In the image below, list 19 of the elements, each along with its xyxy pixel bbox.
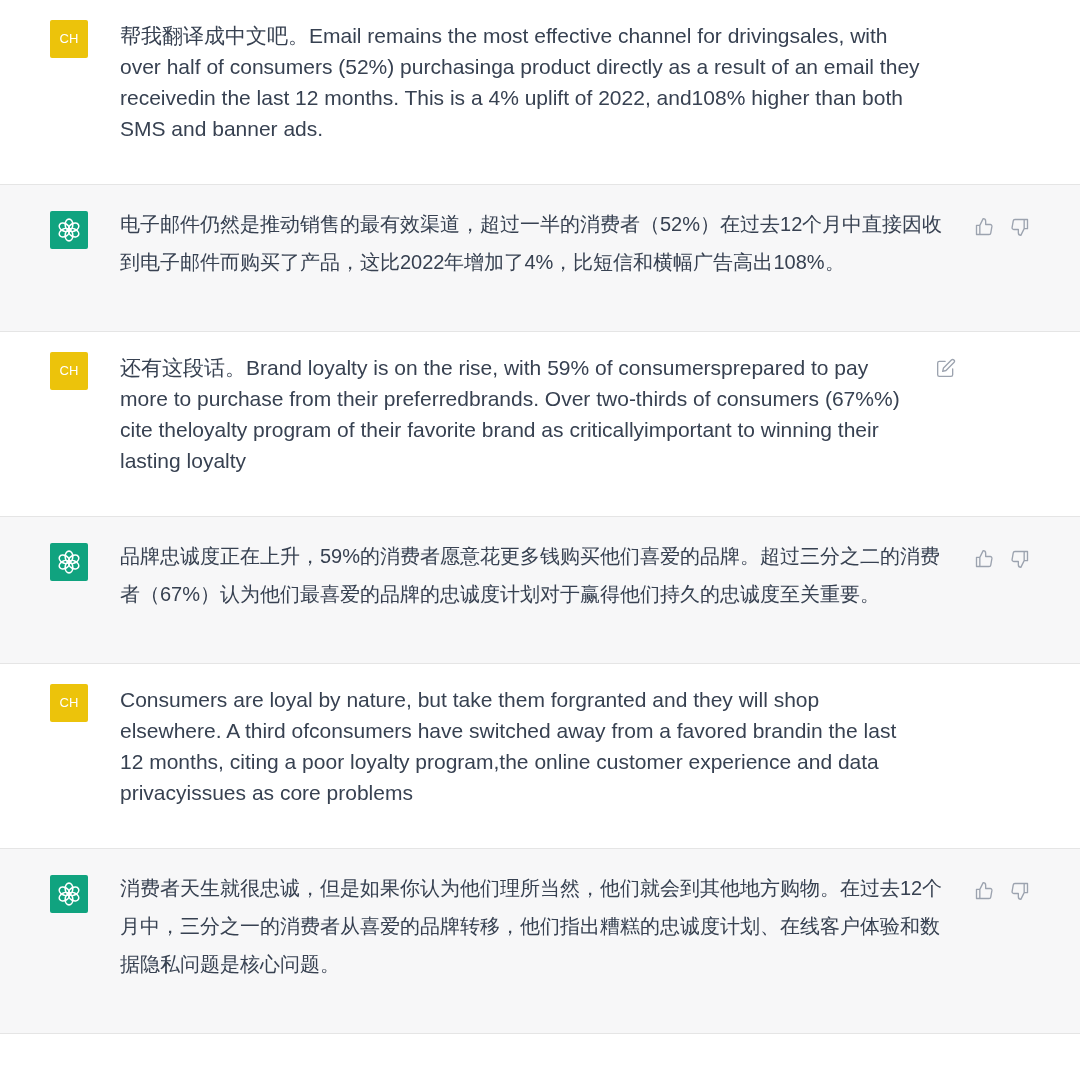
user-avatar: CH <box>50 684 88 722</box>
flower-icon <box>56 881 82 907</box>
assistant-message: 品牌忠诚度正在上升，59%的消费者愿意花更多钱购买他们喜爱的品牌。超过三分之二的消费者（67%）认为他们最喜爱的品牌的忠诚度计划对于赢得他们持久的忠诚度至关重要。 <box>120 544 942 607</box>
thumbs-up-icon[interactable] <box>974 549 994 569</box>
assistant-message: 消费者天生就很忠诚，但是如果你认为他们理所当然，他们就会到其他地方购物。在过去12个月中，三分之一的消费者从喜爱的品牌转移，他们指出糟糕的忠诚度计划、在线客户体验和数据隐私问题是核心问题。 <box>120 876 944 977</box>
flower-icon <box>56 217 82 243</box>
user-avatar: CH <box>50 20 88 58</box>
edit-icon[interactable] <box>936 358 956 378</box>
thumbs-up-icon[interactable] <box>974 217 994 237</box>
thumbs-down-icon[interactable] <box>1010 881 1030 901</box>
user-avatar: CH <box>50 352 88 390</box>
user-message: 帮我翻译成中文吧。Email remains the most effective channel for drivingsales, with over half of consumers (52%) purchasinga product directly as a result of an email they receivedin the last 12 months. This is a 4% uplift of 2022, and108% higher than both SMS and banner ads. <box>120 23 920 142</box>
assistant-message: 电子邮件仍然是推动销售的最有效渠道，超过一半的消费者（52%）在过去12个月中直接因收到电子邮件而购买了产品，这比2022年增加了4%，比短信和横幅广告高出108%。 <box>120 212 944 275</box>
thumbs-down-icon[interactable] <box>1010 549 1030 569</box>
flower-icon <box>56 549 82 575</box>
user-message: 还有这段话。Brand loyalty is on the rise, with 59% of consumersprepared to pay more to purchase from their preferredbrands. Over two-thirds of consumers (67%%) cite theloyalty program of their favorite brand as criticallyimportant to winning their lasting loyalty <box>120 355 901 474</box>
thumbs-up-icon[interactable] <box>974 881 994 901</box>
thumbs-down-icon[interactable] <box>1010 217 1030 237</box>
user-message: Consumers are loyal by nature, but take them forgranted and they will shop elsewhere. A third ofconsumers have switched away from a favored brandin the last 12 months, citing a poor loyalty program,the online customer experience and data privacyissues as core problems <box>120 687 898 806</box>
